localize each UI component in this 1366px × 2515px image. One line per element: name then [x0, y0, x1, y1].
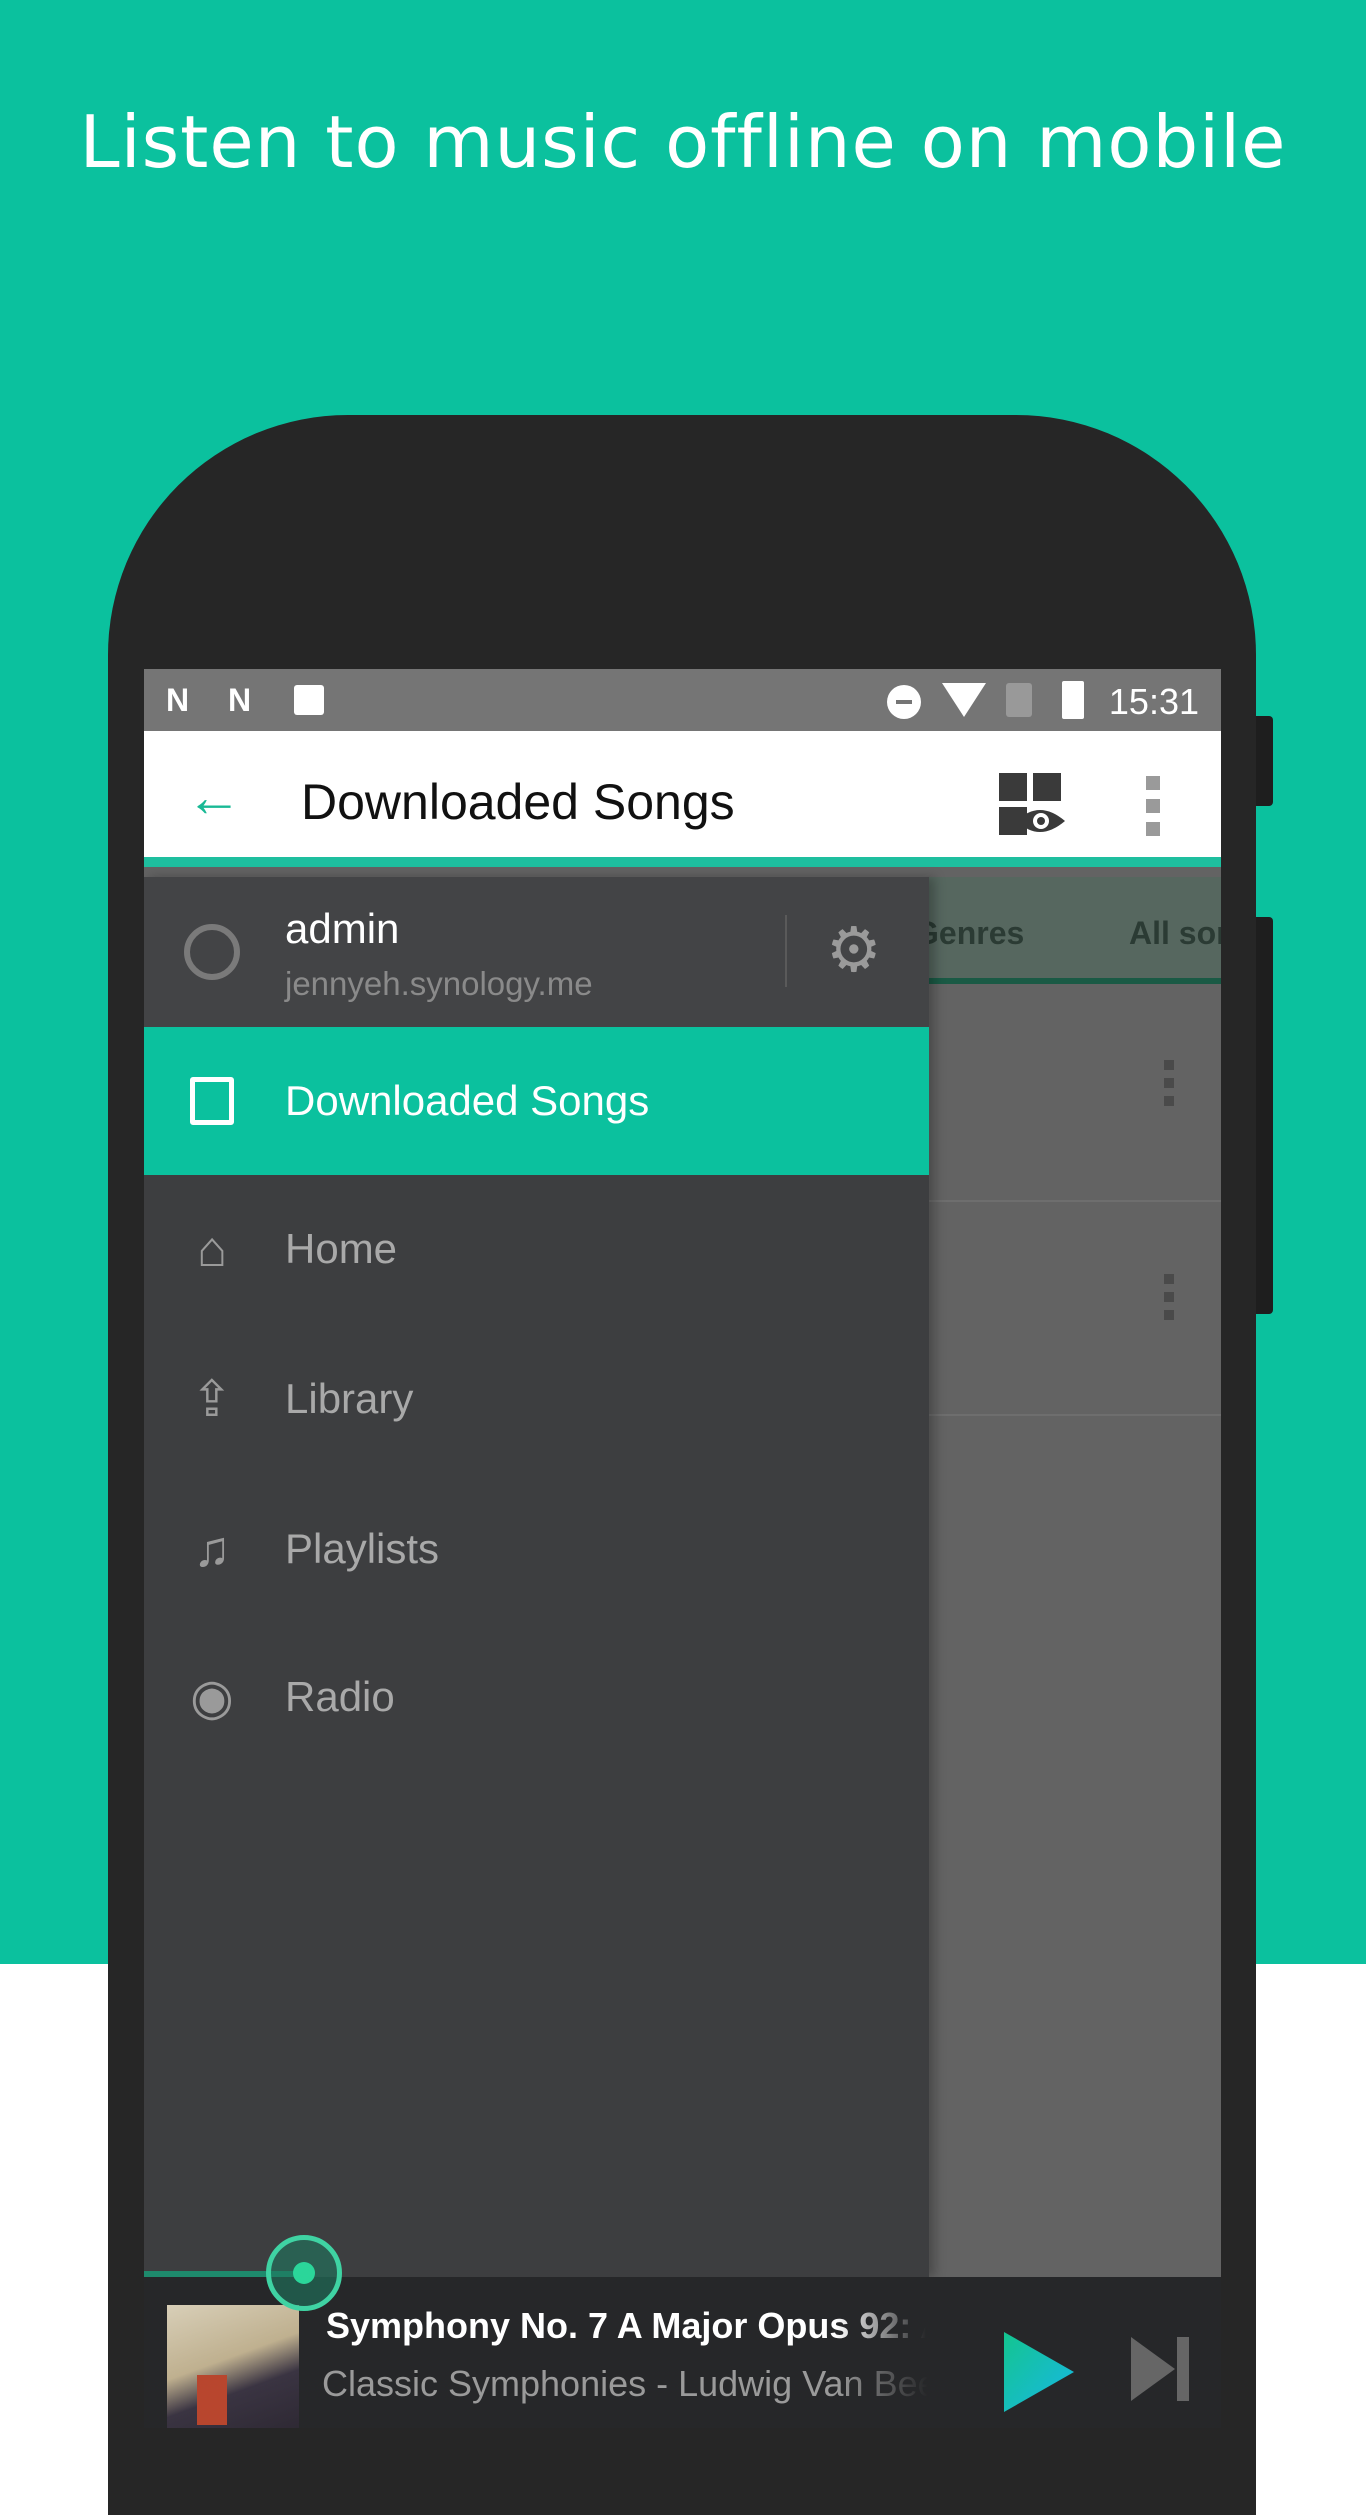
progress-thumb[interactable] [266, 2235, 342, 2311]
drawer-header: admin jennyeh.synology.me ⚙ [144, 877, 929, 1027]
play-icon[interactable] [1004, 2332, 1074, 2412]
power-button [1256, 716, 1273, 806]
phone-screen: N N 15:31 ← Downloaded Songs Genres All … [144, 669, 1221, 2428]
divider [785, 915, 787, 987]
skip-next-icon[interactable] [1131, 2337, 1191, 2401]
drawer-item-label: Playlists [285, 1525, 440, 1572]
n-notification-icon: N [228, 682, 252, 718]
navigation-drawer: admin jennyeh.synology.me ⚙ Downloaded S… [144, 877, 929, 2277]
album-art[interactable] [167, 2305, 299, 2428]
drawer-item-library[interactable]: ⇪ Library [144, 1325, 929, 1473]
app-bar: ← Downloaded Songs [144, 731, 1221, 867]
grid-eye-icon[interactable] [999, 773, 1065, 839]
image-icon [294, 685, 324, 715]
playlist-icon: ♫ [193, 1521, 231, 1577]
page-title: Downloaded Songs [301, 774, 735, 830]
avatar [184, 924, 240, 980]
tab-all-songs[interactable]: All songs [1129, 915, 1221, 952]
more-vert-icon[interactable] [1146, 776, 1160, 845]
user-host: jennyeh.synology.me [285, 965, 593, 1002]
drawer-item-playlists[interactable]: ♫ Playlists [144, 1475, 929, 1623]
do-not-disturb-icon [887, 685, 921, 719]
song-subtitle: Classic Symphonies - Ludwig Van Beethove… [322, 2363, 928, 2404]
drawer-item-downloaded-songs[interactable]: Downloaded Songs [144, 1027, 929, 1175]
status-bar: N N 15:31 [144, 669, 1221, 731]
headline: Listen to music offline on mobile [79, 100, 1287, 184]
n-notification-icon: N [166, 682, 190, 718]
gear-icon[interactable]: ⚙ [826, 920, 882, 982]
battery-charging-icon [1062, 681, 1084, 719]
song-title: Symphony No. 7 A Major Opus 92: Allegret… [326, 2305, 926, 2346]
library-icon: ⇪ [191, 1371, 233, 1427]
home-icon: ⌂ [196, 1221, 228, 1277]
user-name: admin [285, 905, 400, 952]
drawer-item-label: Home [285, 1225, 398, 1272]
more-vert-icon[interactable] [1164, 1274, 1174, 1328]
more-vert-icon[interactable] [1164, 1060, 1174, 1114]
drawer-item-home[interactable]: ⌂ Home [144, 1175, 929, 1323]
wifi-icon [942, 683, 986, 717]
drawer-item-radio[interactable]: ◉ Radio [144, 1623, 929, 1771]
arrow-left-icon[interactable]: ← [186, 769, 242, 825]
tab-genres[interactable]: Genres [914, 915, 1024, 952]
radio-icon: ◉ [190, 1669, 234, 1725]
drawer-item-label: Downloaded Songs [285, 1077, 650, 1124]
status-time: 15:31 [1108, 681, 1199, 722]
tablet-icon [182, 1071, 242, 1131]
no-sim-icon [1006, 683, 1032, 717]
volume-button [1256, 917, 1273, 1314]
drawer-item-label: Library [285, 1375, 414, 1422]
drawer-item-label: Radio [285, 1673, 395, 1720]
